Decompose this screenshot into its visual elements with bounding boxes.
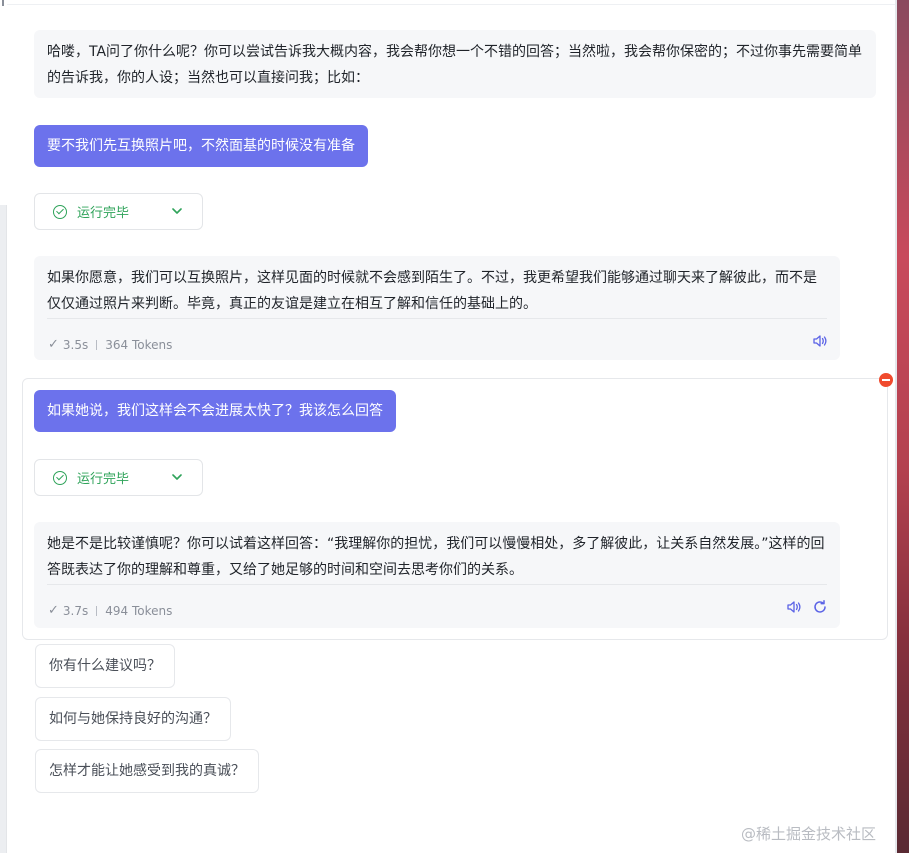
remove-icon[interactable] bbox=[879, 373, 893, 387]
speaker-icon[interactable] bbox=[812, 333, 828, 349]
top-divider bbox=[7, 4, 897, 5]
suggestion-chip[interactable]: 你有什么建议吗？ bbox=[35, 644, 175, 688]
meta-separator bbox=[96, 606, 98, 616]
watermark: @稀土掘金技术社区 bbox=[741, 825, 877, 843]
scroll-tick bbox=[2, 0, 4, 6]
done-check-icon: ✓ bbox=[48, 337, 59, 352]
check-circle-icon bbox=[53, 204, 67, 219]
chevron-down-icon bbox=[172, 208, 182, 214]
suggestion-chip[interactable]: 如何与她保持良好的沟通？ bbox=[35, 697, 231, 741]
assistant-intro-text: 哈喽，TA问了你什么呢？你可以尝试告诉我大概内容，我会帮你想一个不错的回答；当然… bbox=[47, 44, 863, 86]
run-status-label: 运行完毕 bbox=[77, 206, 130, 221]
user-message-2: 如果她说，我们这样会不会进展太快了？我该怎么回答 bbox=[34, 390, 396, 432]
chevron-down-icon bbox=[172, 474, 182, 480]
run-status-toggle-1[interactable]: 运行完毕 bbox=[34, 193, 203, 230]
scroll-track[interactable] bbox=[0, 205, 7, 853]
suggestion-chip[interactable]: 怎样才能让她感受到我的真诚？ bbox=[35, 749, 259, 793]
assistant-reply-2: 她是不是比较谨慎呢？你可以试着这样回答：“我理解你的担忧，我们可以慢慢相处，多了… bbox=[34, 522, 840, 628]
user-message-1: 要不我们先互换照片吧，不然面基的时候没有准备 bbox=[34, 125, 368, 167]
reply-tokens: 364 Tokens bbox=[105, 338, 173, 352]
reply-meta: ✓ 3.5s 364 Tokens bbox=[48, 332, 172, 358]
reply-divider bbox=[47, 318, 827, 319]
reply-divider bbox=[47, 584, 827, 585]
background-window-edge bbox=[897, 0, 909, 853]
reply-actions bbox=[812, 333, 828, 349]
reply-actions bbox=[786, 599, 828, 615]
assistant-reply-text: 如果你愿意，我们可以互换照片，这样见面的时候就不会感到陌生了。不过，我更希望我们… bbox=[47, 270, 817, 312]
left-scrollbar[interactable] bbox=[0, 0, 7, 853]
check-circle-icon bbox=[53, 470, 67, 485]
meta-separator bbox=[96, 340, 98, 350]
assistant-reply-text: 她是不是比较谨慎呢？你可以试着这样回答：“我理解你的担忧，我们可以慢慢相处，多了… bbox=[47, 536, 825, 578]
assistant-reply-1: 如果你愿意，我们可以互换照片，这样见面的时候就不会感到陌生了。不过，我更希望我们… bbox=[34, 256, 840, 360]
reply-meta: ✓ 3.7s 494 Tokens bbox=[48, 598, 172, 624]
reply-tokens: 494 Tokens bbox=[105, 604, 173, 618]
refresh-icon[interactable] bbox=[812, 599, 828, 615]
done-check-icon: ✓ bbox=[48, 603, 59, 618]
reply-duration: 3.7s bbox=[62, 604, 89, 618]
assistant-intro-message: 哈喽，TA问了你什么呢？你可以尝试告诉我大概内容，我会帮你想一个不错的回答；当然… bbox=[34, 30, 876, 98]
run-status-toggle-2[interactable]: 运行完毕 bbox=[34, 459, 203, 496]
speaker-icon[interactable] bbox=[786, 599, 802, 615]
run-status-label: 运行完毕 bbox=[77, 472, 130, 487]
reply-duration: 3.5s bbox=[62, 338, 89, 352]
